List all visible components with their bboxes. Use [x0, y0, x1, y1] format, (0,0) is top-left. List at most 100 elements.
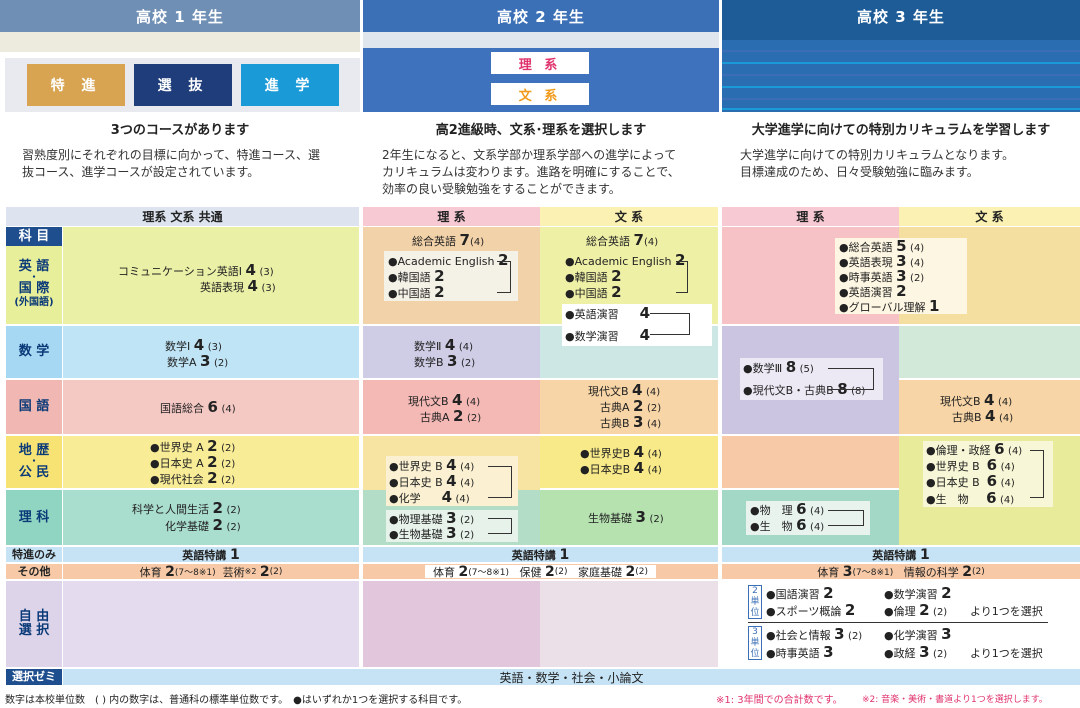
footnote-1: ※1: 3年間での合計数です。 [716, 695, 843, 706]
g2-tokushin-row: 英語特講 1 [363, 547, 718, 563]
g2b-english2-1: ●英語演習 4 [565, 304, 651, 322]
g2b-english2-bracket [650, 313, 690, 335]
grade1-header: 高校 1 年生 [0, 0, 360, 32]
g2r-english-1: ●Academic English 2 [388, 251, 509, 269]
track-rikei: 理 系 [491, 52, 589, 74]
g2b-english-top: 総合英語 7(4) [586, 231, 659, 249]
g1-science-1: 科学と人間生活 2 (2) [132, 499, 241, 517]
g2b-english2-2: ●数学演習 4 [565, 326, 651, 344]
intro-title-1: 3つのコースがあります [110, 123, 250, 138]
g2-other-row: 体育 2 (7〜8※1) 保健 2 (2) 家庭基礎 2 (2) [363, 564, 718, 580]
g2r-free-cell [363, 581, 540, 667]
g2b-japanese-1: 現代文B 4 (4) [588, 381, 661, 399]
subject-english: 英 語・国 際 (外国語) [6, 246, 62, 324]
subject-other: その他 [6, 564, 62, 579]
g2r-social-bracket [488, 466, 512, 498]
subject-free: 自 由選 択 [6, 581, 62, 667]
g3-free2-note: より1つを選択 [970, 647, 1043, 660]
subject-seminar: 選択ゼミ [6, 669, 62, 685]
g2b-english-1: ●Academic English 2 [565, 251, 686, 269]
g3b-social-bracket [1030, 450, 1044, 498]
g2b-science: 生物基礎 3 (2) [588, 508, 664, 526]
g2b-english-bracket [676, 261, 688, 293]
course-tokushin: 特 進 [27, 64, 125, 106]
g2r-english-bracket [497, 261, 511, 293]
g1-social-1: ●世界史 A 2 (2) [150, 437, 236, 455]
arrow-line [722, 98, 1080, 100]
g3-free2-3: ●時事英語 3 [766, 643, 834, 661]
g2b-social-2: ●日本史B 4 (4) [580, 459, 662, 477]
arrow-line [722, 50, 1080, 52]
g1-math-1: 数学Ⅰ 4 (3) [165, 336, 222, 354]
g3b-social-4: ●生 物 6 (4) [926, 489, 1015, 507]
free2-unit-tag: 3単位 [748, 626, 762, 660]
grade1-band [0, 32, 360, 52]
g1-social-3: ●現代社会 2 (2) [150, 469, 236, 487]
g2r-japanese-2: 古典A 2 (2) [420, 407, 482, 425]
g3-free1-1: ●国語演習 2 [766, 584, 834, 602]
g1-science-2: 化学基礎 2 (2) [165, 516, 241, 534]
g3-free1-note: より1つを選択 [970, 605, 1043, 618]
intro-title-3: 大学進学に向けての特別カリキュラムを学習します [751, 123, 1051, 138]
g2r-math-2: 数学B 3 (2) [414, 352, 476, 370]
g2b-japanese-2: 古典A 2 (2) [600, 397, 662, 415]
g2r-english-3: ●中国語 2 [388, 283, 445, 301]
g2-bunkei-header: 文 系 [540, 207, 718, 226]
track-bunkei: 文 系 [491, 83, 589, 105]
intro-text-2: 2年生になると、文系学部か理系学部への進学によって カリキュラムは変わります。進路… [382, 148, 680, 196]
arrow-line [722, 62, 1080, 64]
g2r-math-1: 数学Ⅱ 4 (4) [414, 336, 474, 354]
g1-free-cell [63, 581, 359, 667]
g3-rikei-header: 理 系 [722, 207, 899, 226]
footnote-2: ※2: 音楽・美術・書道より1つを選択します。 [862, 695, 1048, 705]
subject-header: 科 目 [6, 227, 62, 246]
g3-tokushin-row: 英語特講 1 [722, 547, 1080, 563]
grade2-header: 高校 2 年生 [363, 0, 719, 32]
g3b-social-2: ●世界史 B 6 (4) [926, 456, 1015, 474]
g3-free2-1: ●社会と情報 3 (2) [766, 625, 863, 643]
seminar-row: 英語・数学・社会・小論文 [63, 669, 1080, 685]
footnote-left: 数字は本校単位数 ( ) 内の数字は、普通科の標準単位数です。 ●はいずれか1つ… [5, 695, 468, 706]
g3b-social-1: ●倫理・政経 6 (4) [926, 440, 1023, 458]
subject-japanese: 国 語 [6, 380, 62, 434]
g3b-japanese-1: 現代文B 4 (4) [940, 391, 1013, 409]
grade3-header: 高校 3 年生 [722, 0, 1080, 32]
arrow-line [722, 86, 1080, 88]
free-divider [748, 622, 1048, 623]
g2r-science-bracket [488, 518, 512, 534]
arrow-line [722, 108, 1080, 110]
g3r-science-1: ●物 理 6 (4) [750, 500, 825, 518]
g3r-math-1: ●数学Ⅲ 8 (5) [743, 358, 814, 376]
g3-free2-4: ●政経 3 (2) [884, 643, 948, 661]
g2r-japanese-1: 現代文B 4 (4) [408, 391, 481, 409]
g3b-social-3: ●日本史 B 6 (4) [926, 472, 1015, 490]
g2r-social-1: ●世界史 B 4 (4) [389, 456, 475, 474]
g2b-free-cell [540, 581, 718, 667]
g3b-math-cell [899, 326, 1080, 378]
g1-japanese-1: 国語総合 6 (4) [160, 398, 236, 416]
free1-unit-tag: 2単位 [748, 585, 762, 619]
subject-social: 地 歴・公 民 [6, 436, 62, 488]
g3-english-5: ●グローバル理解 1 [839, 297, 940, 315]
subject-math: 数 学 [6, 326, 62, 378]
g3-free2-2: ●化学演習 3 [884, 625, 952, 643]
g3-free1-4: ●倫理 2 (2) [884, 601, 948, 619]
g1-column-header: 理系 文系 共通 [6, 207, 359, 226]
g3-other-row: 体育 3 (7〜8※1) 情報の科学 2 (2) [722, 564, 1080, 580]
g1-tokushin-row: 英語特講 1 [63, 547, 359, 563]
g1-other-row: 体育 2 (7〜8※1) 芸術 ※2 2 (2) [63, 564, 359, 580]
g1-english-2: 英語表現 4 (3) [200, 277, 276, 295]
g2b-social-1: ●世界史B 4 (4) [580, 443, 662, 461]
g2r-social-3: ●化学 4 (4) [389, 488, 470, 506]
g3r-social-cell [722, 436, 899, 488]
intro-text-3: 大学進学に向けての特別カリキュラムとなります。 目標達成のため、日々受験勉強に臨み… [740, 148, 1015, 179]
g2-rikei-header: 理 系 [363, 207, 540, 226]
g2r-science-2: ●生物基礎 3 (2) [389, 524, 475, 542]
g1-social-2: ●日本史 A 2 (2) [150, 453, 236, 471]
course-shingaku: 進 学 [241, 64, 339, 106]
g3b-japanese-2: 古典B 4 (4) [952, 407, 1014, 425]
g3r-science-bracket [828, 510, 864, 526]
g2b-english-3: ●中国語 2 [565, 283, 622, 301]
g3-free1-2: ●数学演習 2 [884, 584, 952, 602]
intro-text-1: 習熟度別にそれぞれの目標に向かって、特進コース、選 抜コース、進学コースが設定され… [22, 148, 320, 179]
